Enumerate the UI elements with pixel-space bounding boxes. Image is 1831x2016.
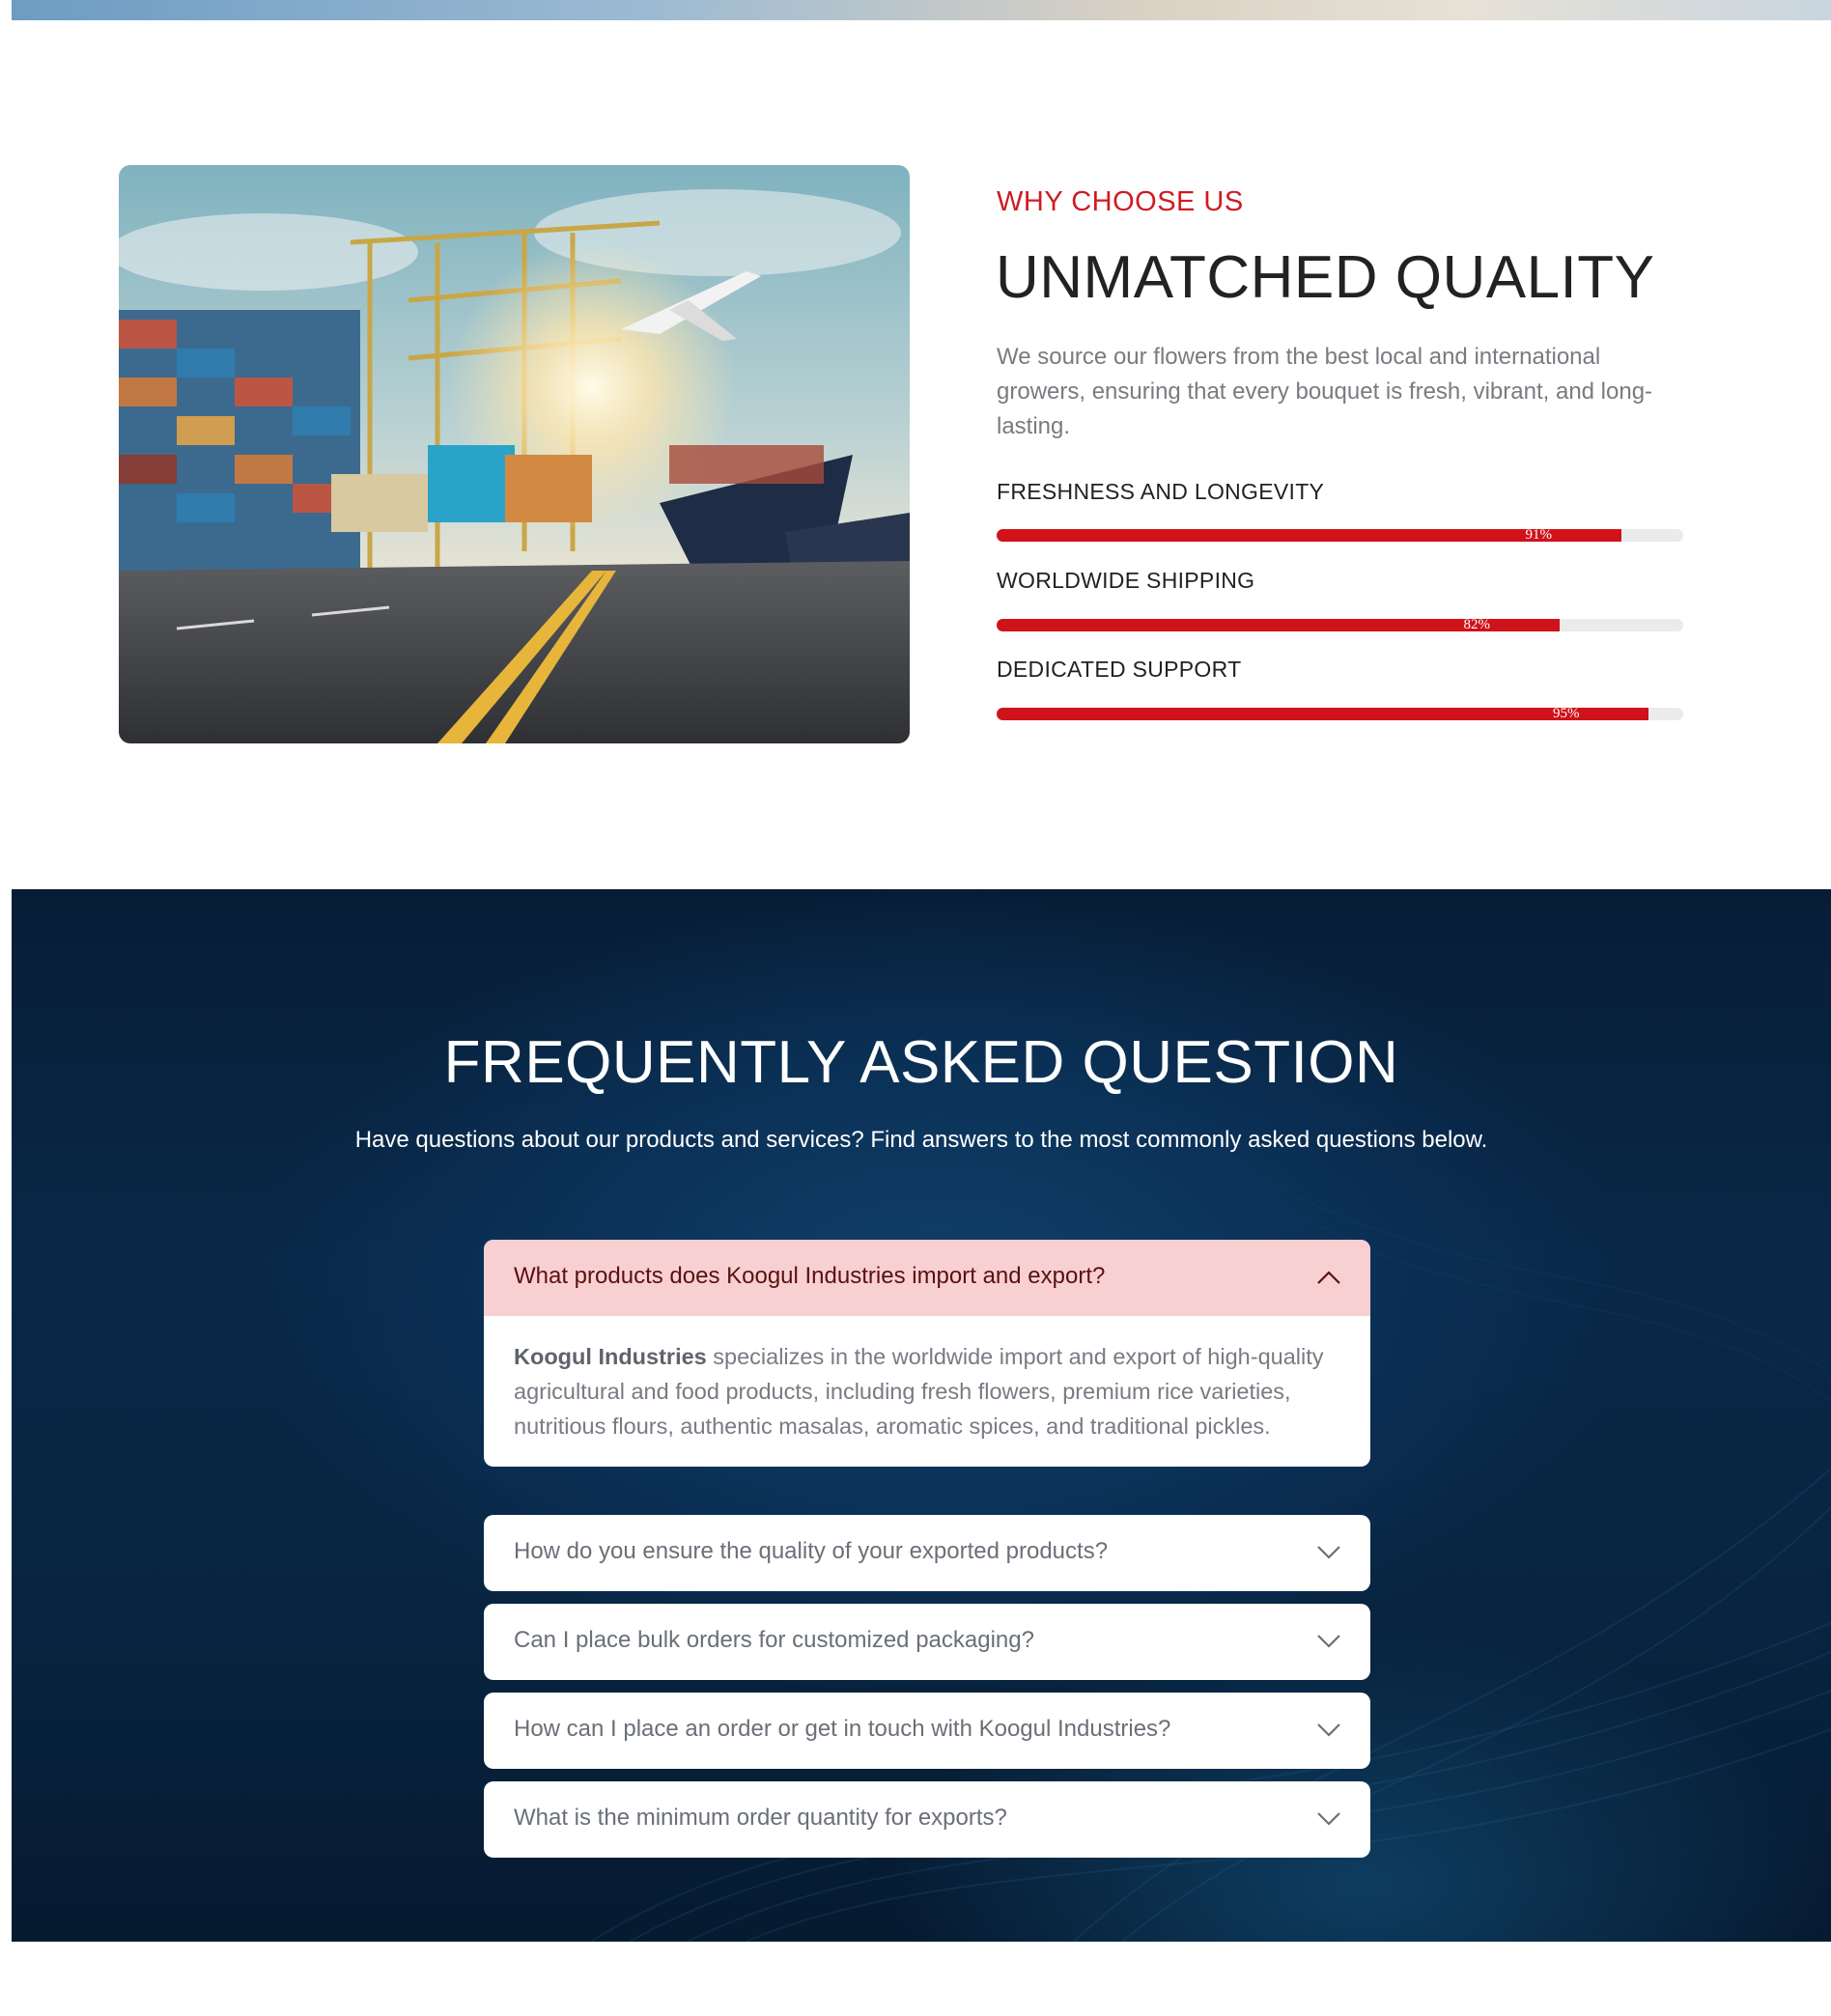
faq-question: What is the minimum order quantity for e… bbox=[514, 1805, 1007, 1831]
chevron-down-icon bbox=[1317, 1635, 1340, 1648]
faq-question: How do you ensure the quality of your ex… bbox=[514, 1538, 1109, 1564]
faq-subtitle: Have questions about our products and se… bbox=[354, 1127, 1488, 1153]
progress-bar-freshness: 91% bbox=[997, 527, 1683, 543]
chevron-up-icon bbox=[1317, 1271, 1340, 1284]
faq-answer-company: Koogul Industries bbox=[514, 1344, 707, 1369]
chevron-down-icon bbox=[1317, 1812, 1340, 1826]
faq-item: How can I place an order or get in touch… bbox=[484, 1693, 1370, 1769]
faq-question-toggle[interactable]: What products does Koogul Industries imp… bbox=[484, 1240, 1370, 1316]
top-banner-strip bbox=[12, 0, 1831, 20]
logistics-image bbox=[119, 165, 910, 743]
faq-item: Can I place bulk orders for customized p… bbox=[484, 1604, 1370, 1680]
faq-item: What products does Koogul Industries imp… bbox=[484, 1240, 1370, 1467]
progress-percent-label: 82% bbox=[1463, 617, 1491, 632]
faq-question-toggle[interactable]: What is the minimum order quantity for e… bbox=[484, 1781, 1370, 1858]
faq-question: What products does Koogul Industries imp… bbox=[514, 1263, 1106, 1289]
faq-item: How do you ensure the quality of your ex… bbox=[484, 1515, 1370, 1591]
faq-question-toggle[interactable]: How can I place an order or get in touch… bbox=[484, 1693, 1370, 1769]
progress-fill: 91% bbox=[997, 527, 1621, 543]
skill-label-freshness: FRESHNESS AND LONGEVITY bbox=[997, 479, 1325, 504]
progress-percent-label: 91% bbox=[1525, 527, 1553, 543]
faq-question-toggle[interactable]: How do you ensure the quality of your ex… bbox=[484, 1515, 1370, 1591]
progress-fill: 82% bbox=[997, 617, 1561, 632]
chevron-down-icon bbox=[1317, 1546, 1340, 1559]
faq-section: FREQUENTLY ASKED QUESTION Have questions… bbox=[12, 889, 1831, 1942]
progress-bar-support: 95% bbox=[997, 706, 1683, 721]
faq-question: Can I place bulk orders for customized p… bbox=[514, 1627, 1034, 1653]
faq-answer: Koogul Industries specializes in the wor… bbox=[484, 1316, 1370, 1467]
chevron-down-icon bbox=[1317, 1723, 1340, 1737]
section-eyebrow: WHY CHOOSE US bbox=[997, 186, 1244, 217]
section-description: We source our flowers from the best loca… bbox=[997, 344, 1653, 439]
progress-percent-label: 95% bbox=[1552, 706, 1580, 721]
skill-label-shipping: WORLDWIDE SHIPPING bbox=[997, 568, 1255, 593]
faq-title: FREQUENTLY ASKED QUESTION bbox=[443, 1029, 1399, 1096]
progress-bar-shipping: 82% bbox=[997, 617, 1683, 632]
faq-question-toggle[interactable]: Can I place bulk orders for customized p… bbox=[484, 1604, 1370, 1680]
faq-question: How can I place an order or get in touch… bbox=[514, 1716, 1171, 1742]
skill-label-support: DEDICATED SUPPORT bbox=[997, 657, 1242, 682]
progress-fill: 95% bbox=[997, 706, 1649, 721]
section-title: UNMATCHED QUALITY bbox=[996, 244, 1655, 311]
faq-item: What is the minimum order quantity for e… bbox=[484, 1781, 1370, 1858]
